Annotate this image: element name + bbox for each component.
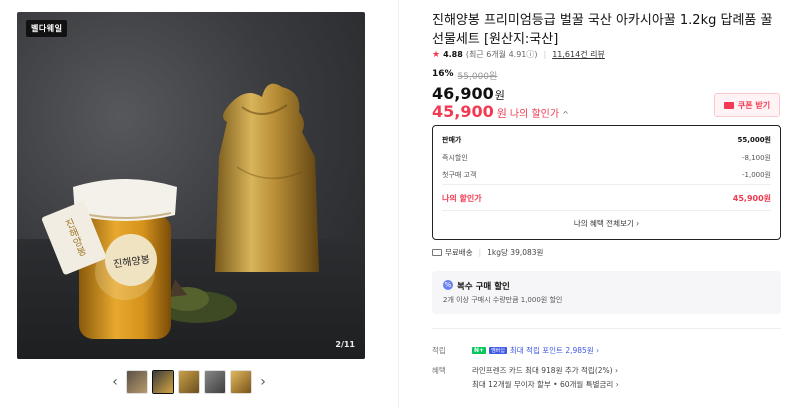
rating-score: 4.88 [443,50,463,59]
separator: | [478,248,482,257]
multi-buy-title: 복수 구매 할인 [457,282,510,292]
points-link[interactable]: N+ 멤버십 최대 적립 포인트 2,985원 › [472,345,599,356]
image-counter: 2/11 [335,340,355,349]
card-benefit-link[interactable]: 라인프렌즈 카드 최대 918원 추가 적립(2%) › [472,365,618,376]
thumbnail-4[interactable] [204,370,226,394]
thumbnail-3[interactable] [178,370,200,394]
thumbnail-2[interactable] [152,370,174,394]
rating-row: ★ 4.88 (최근 6개월 4.91ⓘ) | 11,614건 리뷰 [432,49,605,60]
points-label: 적립 [432,346,446,355]
sale-price: 46,900 [432,84,494,103]
shipping-text: 무료배송 [445,248,473,257]
breakdown-row-instant: 즉시할인 -8,100원 [442,154,771,162]
coupon-button-label: 쿠폰 받기 [737,100,771,110]
sale-price-unit: 원 [494,89,505,102]
chevron-up-icon[interactable]: ^ [562,110,569,119]
my-price-row[interactable]: 45,900 원 나의 할인가 ^ [432,102,569,121]
breakdown-divider [442,184,771,185]
column-divider [398,0,399,408]
jar-label: 진해양봉 [105,234,157,286]
thumbnail-1[interactable] [126,370,148,394]
breakdown-row-total: 나의 할인가 45,900원 [442,194,771,203]
breakdown-row-base: 판매가 55,000원 [442,136,771,144]
product-main-image[interactable]: 진해양봉 진해양봉 벨다웨일 2/11 [17,12,365,359]
npay-plus-icon: N+ [472,347,487,354]
breakdown-row-first: 첫구매 고객 -1,000원 [442,171,771,179]
sale-price-row: 46,900 원 [432,84,505,103]
discount-rate: 16% [432,69,454,79]
benefits-label: 혜택 [432,366,446,375]
coupon-icon [723,101,734,109]
installment-benefit-link[interactable]: 최대 12개월 무이자 할부 • 60개월 특별금리 › [472,379,619,390]
view-all-benefits-link[interactable]: 나의 혜택 전체보기 › [433,218,780,229]
thumbnail-5[interactable] [230,370,252,394]
brand-badge: 벨다웨일 [26,20,68,37]
star-icon: ★ [432,49,441,60]
thumbnail-strip: ‹ › [108,367,270,397]
percent-icon: % [443,280,453,290]
product-title: 진해양봉 프리미엄등급 벌꿀 국산 아카시아꿀 1.2kg 답례품 꿀 선물세트… [432,13,773,47]
my-price: 45,900 [432,102,494,121]
next-image-button[interactable]: › [256,370,270,394]
membership-badge: 멤버십 [489,347,507,354]
truck-icon [432,249,442,256]
multi-buy-discount-box: % 복수 구매 할인 2개 이상 구매시 수량만큼 1,000원 할인 [432,271,781,314]
gold-gift-package-image [215,83,319,273]
price-breakdown-box: 판매가 55,000원 즉시할인 -8,100원 첫구매 고객 -1,000원 … [432,125,781,240]
breakdown-divider-2 [442,210,771,211]
unit-price: 1kg당 39,083원 [487,248,544,257]
separator: | [543,50,547,59]
original-price: 55,000원 [457,72,498,82]
shipping-row: 무료배송 | 1kg당 39,083원 [432,247,543,258]
review-count-link[interactable]: 11,614건 리뷰 [552,49,605,60]
rating-recent[interactable]: (최근 6개월 4.91ⓘ) [466,49,538,60]
my-price-label: 나의 할인가 [509,109,560,120]
multi-buy-desc: 2개 이상 구매시 수량만큼 1,000원 할인 [443,296,563,304]
points-text: 최대 적립 포인트 2,985원 › [509,346,600,355]
prev-image-button[interactable]: ‹ [108,370,122,394]
section-divider [432,328,781,329]
tag-label: 진해양봉 [61,217,87,259]
coupon-button[interactable]: 쿠폰 받기 [714,93,780,117]
discount-row: 16% 55,000원 [432,69,497,82]
my-price-unit: 원 [496,107,507,120]
